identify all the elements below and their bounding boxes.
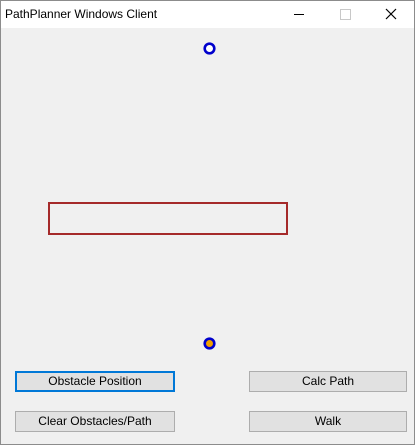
title-bar[interactable]: PathPlanner Windows Client xyxy=(1,1,414,28)
close-icon xyxy=(385,8,397,20)
minimize-button[interactable] xyxy=(276,1,322,28)
obstacle-rectangle[interactable] xyxy=(48,202,288,235)
calc-path-button[interactable]: Calc Path xyxy=(249,371,407,392)
goal-marker[interactable] xyxy=(203,337,216,350)
close-button[interactable] xyxy=(368,1,414,28)
app-window: PathPlanner Windows Client Obstacle Posi… xyxy=(0,0,415,445)
window-title: PathPlanner Windows Client xyxy=(5,7,158,21)
minimize-icon xyxy=(294,14,304,15)
maximize-button xyxy=(322,1,368,28)
start-marker[interactable] xyxy=(203,42,216,55)
obstacle-position-button[interactable]: Obstacle Position xyxy=(15,371,175,392)
goal-circle-icon xyxy=(203,337,216,350)
start-circle-icon xyxy=(203,42,216,55)
maximize-icon xyxy=(340,9,351,20)
walk-button[interactable]: Walk xyxy=(249,411,407,432)
clear-obstacles-path-button[interactable]: Clear Obstacles/Path xyxy=(15,411,175,432)
